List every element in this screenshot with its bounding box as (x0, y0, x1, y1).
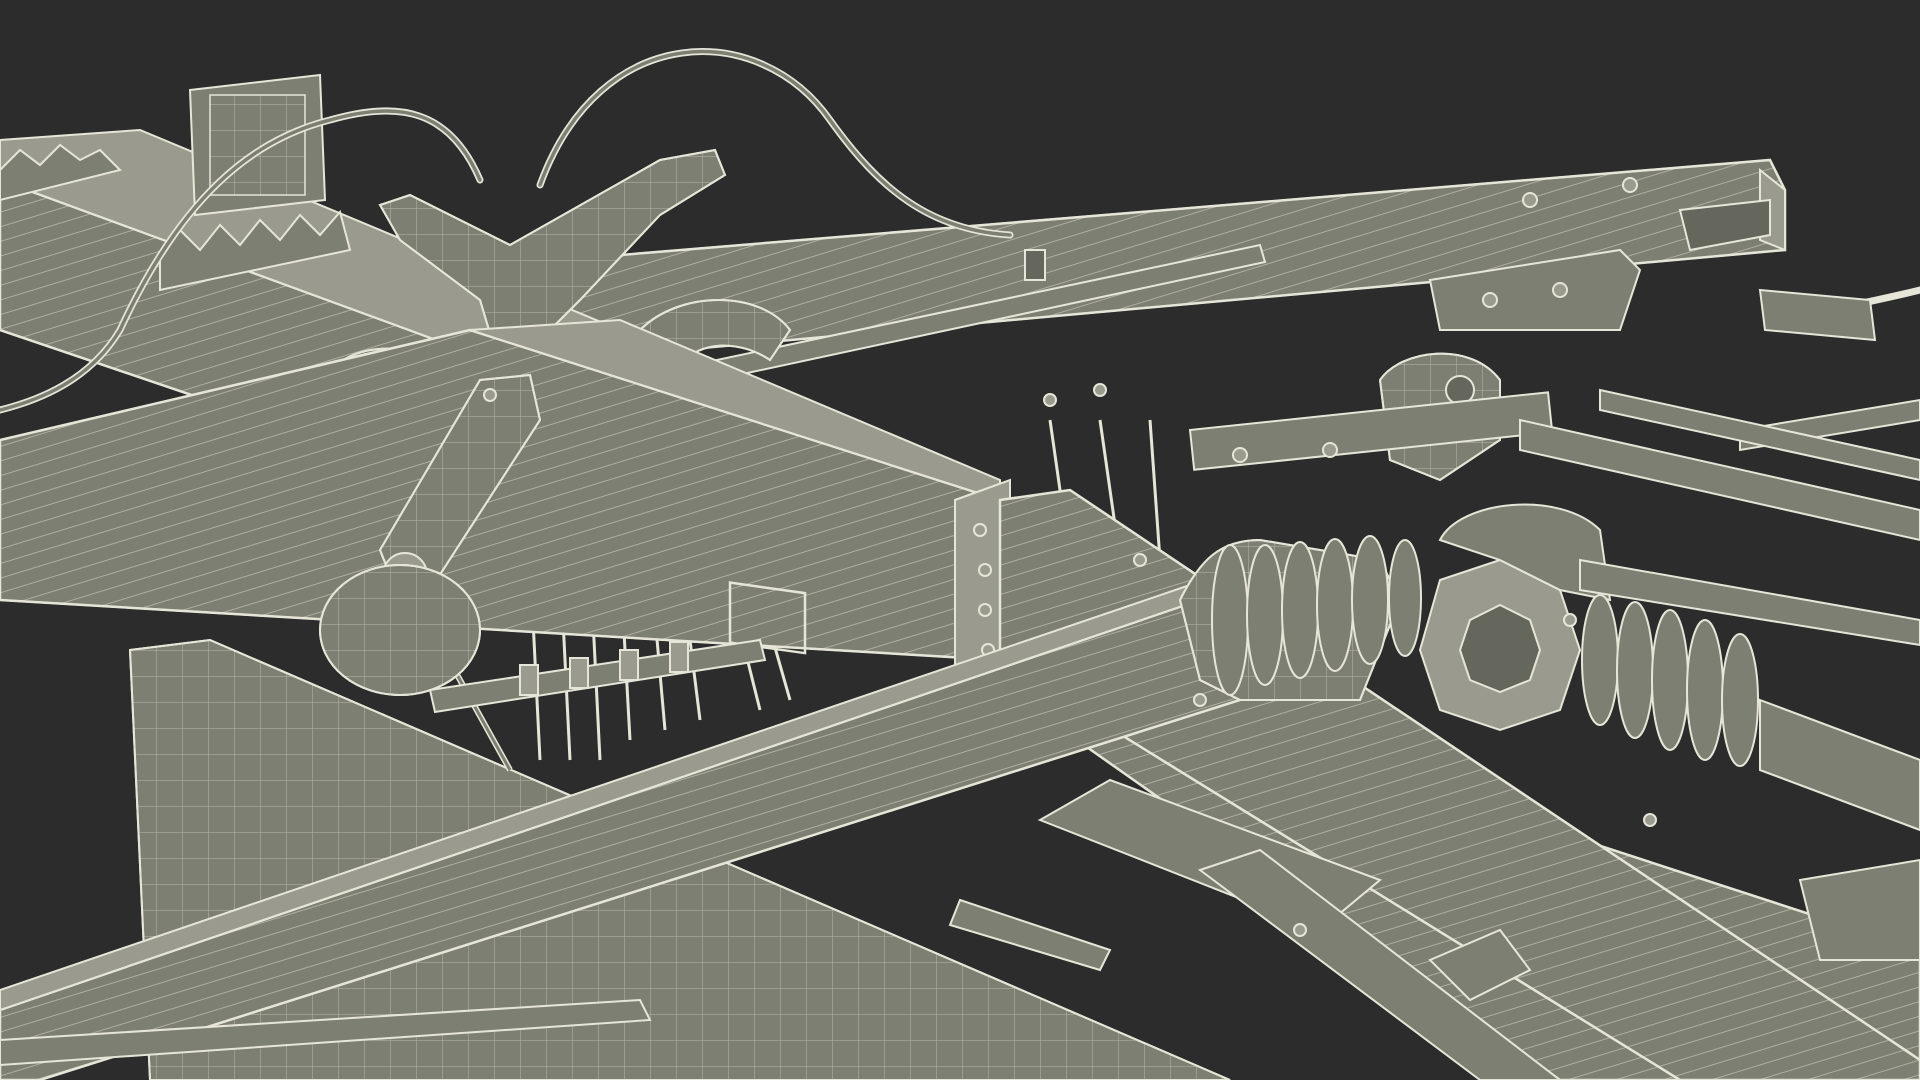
render-viewport (0, 0, 1920, 1080)
mesh-joint (319, 564, 481, 696)
wireframe-render (0, 0, 1920, 1080)
